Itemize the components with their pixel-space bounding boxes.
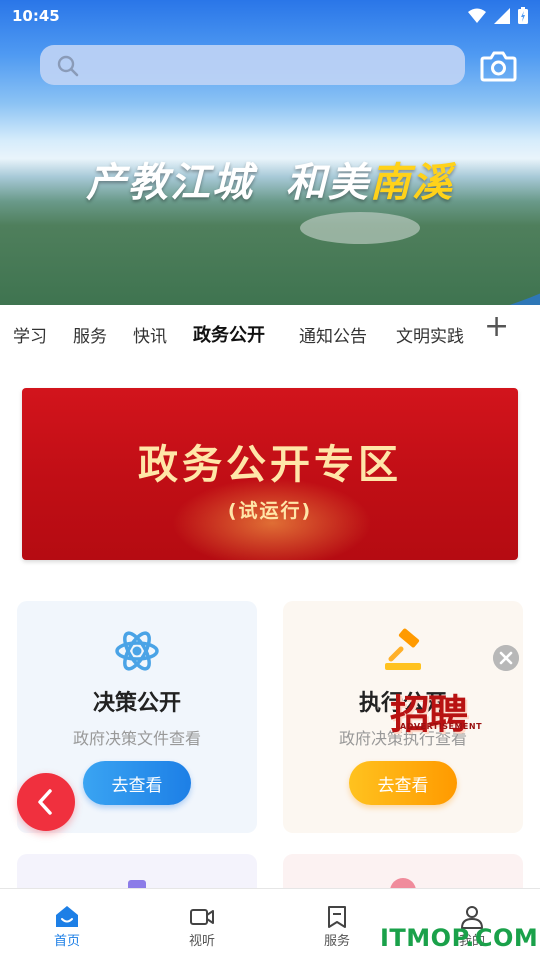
view-decision-button[interactable]: 去查看 (83, 761, 191, 805)
status-time: 10:45 (12, 7, 60, 25)
nav-label: 视听 (188, 934, 215, 949)
status-bar: 10:45 (0, 0, 540, 32)
ad-sub-text: ADVERTISEMENT (400, 722, 483, 731)
nav-service[interactable]: 服务 (287, 889, 387, 961)
government-affairs-banner[interactable]: 政务公开专区 (试运行) (22, 388, 518, 560)
tab-government-affairs[interactable]: 政务公开 (193, 321, 265, 347)
wifi-icon (468, 8, 486, 23)
nav-video[interactable]: 视听 (152, 889, 252, 961)
banner-subtitle: (试运行) (227, 500, 313, 522)
atom-icon (115, 631, 159, 671)
close-icon[interactable] (493, 645, 519, 671)
video-icon (190, 909, 214, 925)
bookmark-icon (328, 906, 346, 928)
tab-news-flash[interactable]: 快讯 (133, 322, 167, 347)
back-button[interactable] (17, 773, 75, 831)
nav-label: 服务 (323, 934, 350, 949)
tab-service[interactable]: 服务 (73, 322, 107, 347)
site-watermark: ITMOP.COM (380, 924, 539, 952)
search-bar[interactable] (40, 45, 465, 85)
nav-home[interactable]: 首页 (17, 889, 117, 961)
camera-icon[interactable] (478, 46, 518, 86)
nav-label: 首页 (53, 934, 80, 949)
hero-header: 10:45 产教江城 和美南溪 (0, 0, 540, 305)
search-icon (57, 55, 79, 77)
gavel-icon (385, 628, 421, 670)
tab-add-button[interactable]: + (484, 312, 509, 342)
tab-civilization-practice[interactable]: 文明实践 (396, 322, 464, 347)
slogan-part2-yellow: 南溪 (369, 159, 454, 206)
card-description: 政府决策文件查看 (72, 729, 201, 748)
status-icons (468, 7, 528, 24)
slogan-part1: 产教江城 (86, 159, 255, 206)
recruitment-ad[interactable]: 招聘 ADVERTISEMENT (388, 682, 512, 754)
search-input[interactable] (92, 51, 456, 81)
card-title: 决策公开 (92, 691, 181, 716)
chevron-left-icon (38, 789, 52, 815)
signal-icon (494, 7, 510, 24)
category-tabs: 学习 服务 快讯 政务公开 通知公告 文明实践 (0, 306, 540, 362)
banner-title: 政务公开专区 (138, 442, 402, 488)
home-icon (56, 906, 78, 927)
tab-study[interactable]: 学习 (13, 322, 47, 347)
town-graphic (300, 212, 420, 244)
view-execution-button[interactable]: 去查看 (349, 761, 457, 805)
tab-notices[interactable]: 通知公告 (299, 322, 367, 347)
hero-slogan: 产教江城 和美南溪 (0, 150, 540, 208)
battery-icon (518, 7, 528, 24)
ad-main-text: 招聘 (390, 691, 468, 738)
slogan-part2-white: 和美 (285, 159, 370, 206)
